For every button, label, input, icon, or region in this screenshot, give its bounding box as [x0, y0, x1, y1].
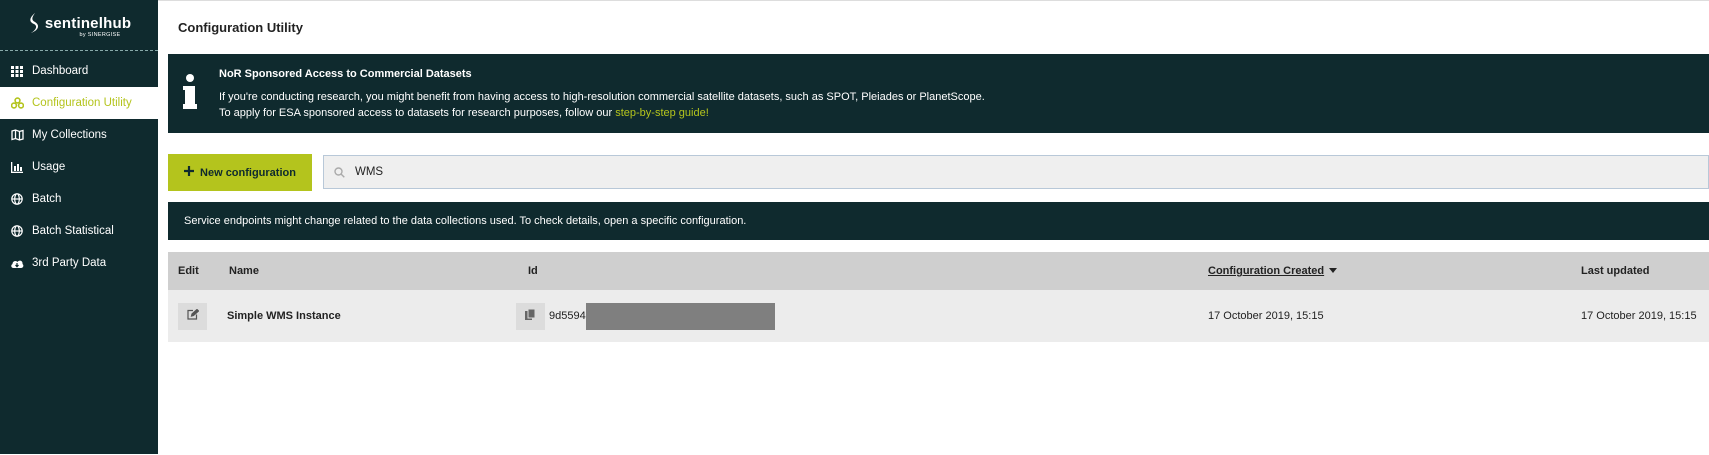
sidebar: sentinelhub by SINERGISE Dashboard Confi… [0, 0, 158, 454]
sentinelhub-logo-icon [30, 13, 38, 33]
column-header-configuration-created[interactable]: Configuration Created [1208, 252, 1338, 290]
search-box [323, 155, 1709, 189]
sidebar-item-label: Usage [32, 161, 66, 173]
plus-icon [184, 166, 195, 179]
sidebar-item-label: Batch Statistical [32, 225, 114, 237]
sidebar-item-3rd-party-data[interactable]: 3rd Party Data [0, 247, 158, 279]
map-icon [10, 128, 24, 142]
brand-sub: by SINERGISE [79, 32, 121, 38]
copy-icon [525, 308, 536, 324]
main-content: Configuration Utility NoR Sponsored Acce… [158, 0, 1709, 455]
step-by-step-guide-link[interactable]: step-by-step guide! [615, 107, 709, 119]
sidebar-item-batch-statistical[interactable]: Batch Statistical [0, 215, 158, 247]
created-date: 17 October 2019, 15:15 [1208, 310, 1324, 322]
redacted-id [585, 302, 775, 330]
info-icon [182, 74, 198, 115]
sidebar-item-label: Dashboard [32, 65, 89, 77]
new-configuration-label: New configuration [200, 166, 296, 179]
sidebar-item-label: My Collections [32, 129, 107, 141]
sort-desc-icon [1329, 265, 1338, 277]
sponsored-access-banner: NoR Sponsored Access to Commercial Datas… [168, 54, 1709, 133]
service-endpoints-notice: Service endpoints might change related t… [168, 202, 1709, 240]
globe-icon [10, 224, 24, 238]
config-icon [10, 96, 24, 110]
updated-date: 17 October 2019, 15:15 [1581, 310, 1697, 322]
column-header-id: Id [528, 265, 538, 277]
id-cell: 9d5594 [516, 290, 775, 342]
table-header: Edit Name Id Configuration Created Last … [168, 252, 1709, 290]
sidebar-item-my-collections[interactable]: My Collections [0, 119, 158, 151]
cloud-download-icon [10, 256, 24, 270]
config-id: 9d5594 [549, 310, 586, 322]
globe-icon [10, 192, 24, 206]
banner-title: NoR Sponsored Access to Commercial Datas… [219, 68, 472, 80]
sidebar-item-configuration-utility[interactable]: Configuration Utility [0, 87, 158, 119]
edit-button[interactable] [178, 302, 207, 330]
config-name[interactable]: Simple WMS Instance [227, 290, 341, 342]
bar-chart-icon [10, 160, 24, 174]
new-configuration-button[interactable]: New configuration [168, 154, 312, 191]
brand-logo[interactable]: sentinelhub by SINERGISE [0, 0, 158, 51]
banner-text-prefix: To apply for ESA sponsored access to dat… [219, 107, 616, 119]
sidebar-item-label: Batch [32, 193, 62, 205]
sidebar-item-usage[interactable]: Usage [0, 151, 158, 183]
banner-text-2: To apply for ESA sponsored access to dat… [219, 107, 709, 119]
sidebar-item-dashboard[interactable]: Dashboard [0, 55, 158, 87]
edit-icon [186, 308, 199, 323]
sidebar-item-label: Configuration Utility [32, 97, 132, 109]
sidebar-item-batch[interactable]: Batch [0, 183, 158, 215]
column-header-name: Name [229, 265, 259, 277]
sidebar-item-label: 3rd Party Data [32, 257, 107, 269]
column-header-last-updated: Last updated [1581, 265, 1650, 277]
table-row[interactable]: Simple WMS Instance 9d5594 17 October 20… [168, 290, 1709, 342]
column-header-created-label: Configuration Created [1208, 265, 1325, 277]
search-input[interactable] [353, 165, 1657, 179]
brand-name: sentinelhub [44, 14, 132, 32]
grid-icon [10, 64, 24, 78]
search-icon [334, 166, 345, 178]
copy-id-button[interactable] [516, 302, 545, 330]
banner-text: If you're conducting research, you might… [219, 91, 985, 103]
column-header-edit: Edit [178, 265, 199, 277]
page-title: Configuration Utility [178, 20, 303, 35]
edit-cell [178, 290, 207, 342]
